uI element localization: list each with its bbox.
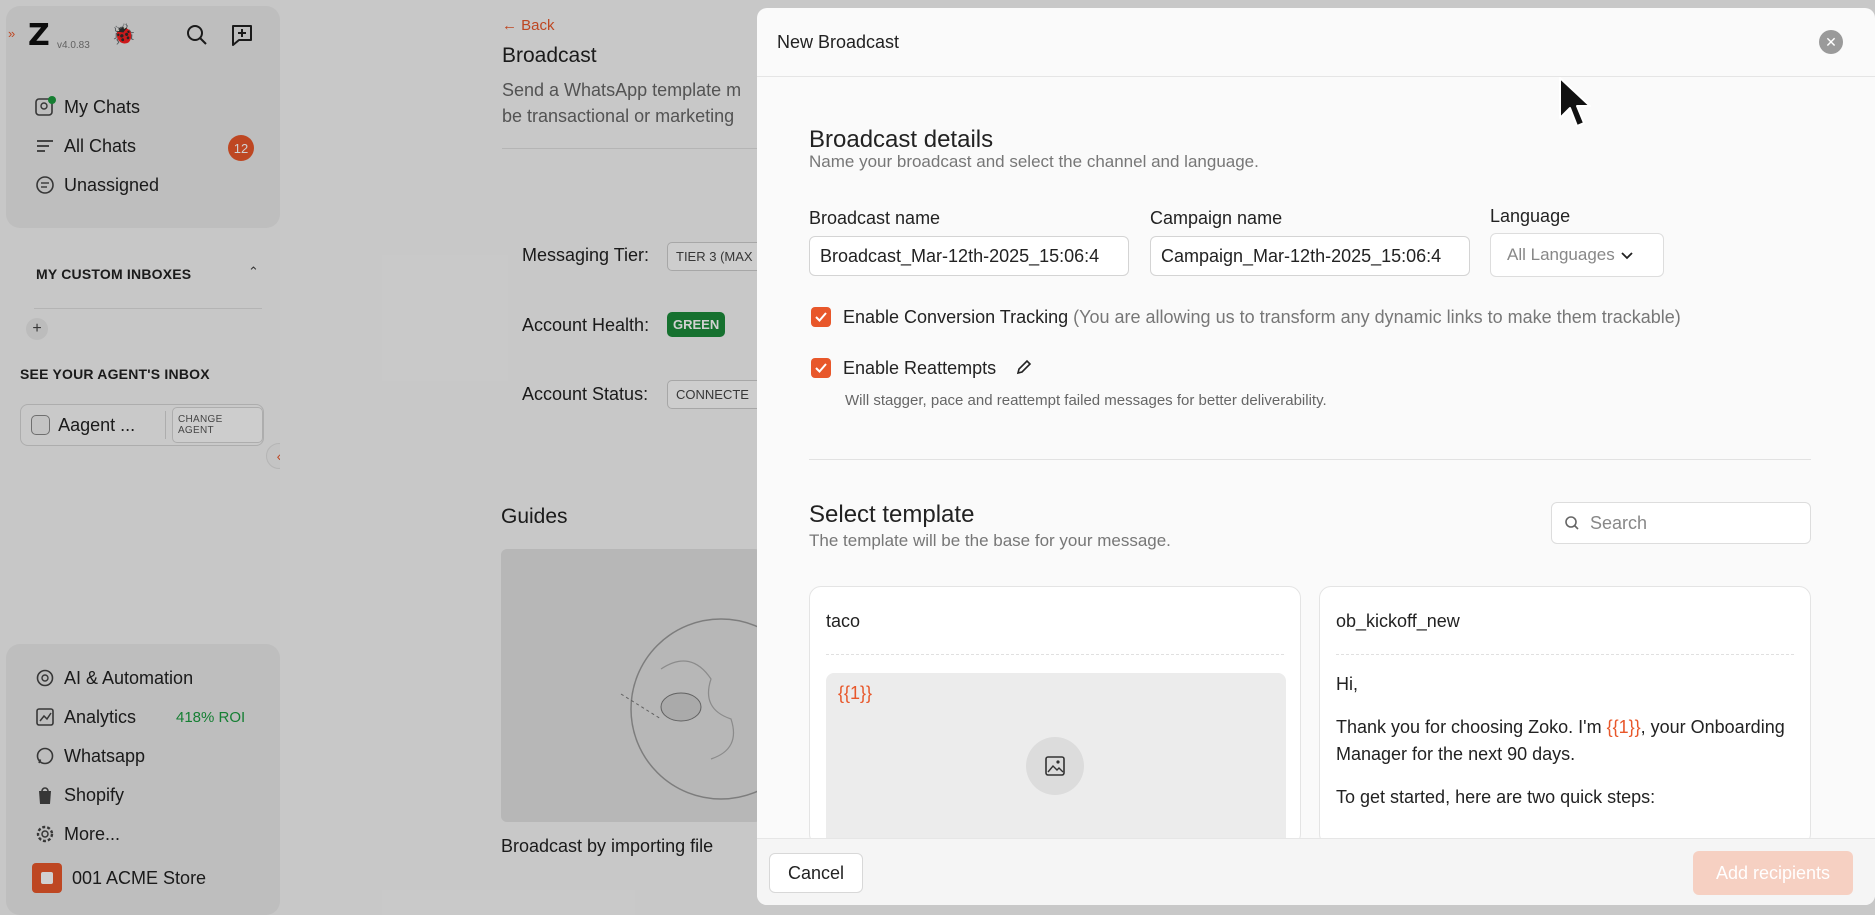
- language-label: Language: [1490, 206, 1571, 226]
- conversion-tracking-checkbox[interactable]: [811, 307, 831, 327]
- campaign-name-label: Campaign name: [1150, 208, 1283, 228]
- divider: [809, 459, 1811, 460]
- language-select[interactable]: All Languages: [1490, 233, 1664, 277]
- select-template-title: Select template: [809, 501, 975, 528]
- close-icon[interactable]: ✕: [1819, 30, 1843, 54]
- language-select-value: All Languages: [1507, 245, 1615, 264]
- modal-footer: Cancel Add recipients: [757, 838, 1875, 905]
- pencil-icon[interactable]: [1015, 358, 1033, 381]
- divider: [826, 654, 1284, 655]
- reattempts-label: Enable Reattempts: [843, 358, 997, 378]
- template-text: Thank you for choosing Zoko. I'm: [1336, 717, 1607, 737]
- template-card[interactable]: ob_kickoff_new Hi, Thank you for choosin…: [1319, 586, 1811, 846]
- conversion-tracking-label: Enable Conversion Tracking (You are allo…: [843, 307, 1681, 328]
- search-icon: [1565, 516, 1579, 530]
- select-template-subtitle: The template will be the base for your m…: [809, 531, 1171, 550]
- image-icon: [1026, 737, 1084, 795]
- divider: [1336, 654, 1794, 655]
- template-name: taco: [826, 611, 861, 631]
- modal-header: New Broadcast ✕: [757, 8, 1875, 77]
- reattempts-checkbox[interactable]: [811, 358, 831, 378]
- template-search-input[interactable]: Search: [1551, 502, 1811, 544]
- checkmark-icon: [815, 312, 827, 322]
- template-variable: {{1}}: [1606, 717, 1641, 737]
- broadcast-details-subtitle: Name your broadcast and select the chann…: [809, 152, 1259, 171]
- broadcast-name-label: Broadcast name: [809, 208, 941, 228]
- modal-title: New Broadcast: [777, 32, 900, 52]
- cancel-button[interactable]: Cancel: [769, 853, 863, 893]
- search-placeholder: Search: [1590, 512, 1648, 533]
- add-recipients-button[interactable]: Add recipients: [1693, 851, 1853, 895]
- mouse-cursor-icon: [1559, 77, 1591, 127]
- broadcast-name-input[interactable]: Broadcast_Mar-12th-2025_15:06:4: [809, 236, 1129, 276]
- conversion-tracking-text: Enable Conversion Tracking: [843, 307, 1069, 327]
- template-name: ob_kickoff_new: [1336, 611, 1460, 631]
- template-card[interactable]: taco {{1}}: [809, 586, 1301, 846]
- template-paragraph: Thank you for choosing Zoko. I'm {{1}}, …: [1336, 714, 1796, 768]
- template-steps-line: To get started, here are two quick steps…: [1336, 787, 1656, 807]
- template-variable: {{1}}: [838, 683, 873, 703]
- campaign-name-input[interactable]: Campaign_Mar-12th-2025_15:06:4: [1150, 236, 1470, 276]
- reattempts-note: Will stagger, pace and reattempt failed …: [845, 392, 1327, 409]
- template-body: Hi, Thank you for choosing Zoko. I'm {{1…: [1336, 671, 1796, 827]
- new-broadcast-modal: New Broadcast ✕ Broadcast details Name y…: [757, 8, 1875, 905]
- broadcast-details-title: Broadcast details: [809, 126, 994, 153]
- checkmark-icon: [815, 363, 827, 373]
- template-media-placeholder: {{1}}: [826, 673, 1286, 845]
- template-greeting: Hi,: [1336, 674, 1358, 694]
- conversion-tracking-note: (You are allowing us to transform any dy…: [1073, 307, 1681, 327]
- chevron-down-icon: [1621, 245, 1633, 265]
